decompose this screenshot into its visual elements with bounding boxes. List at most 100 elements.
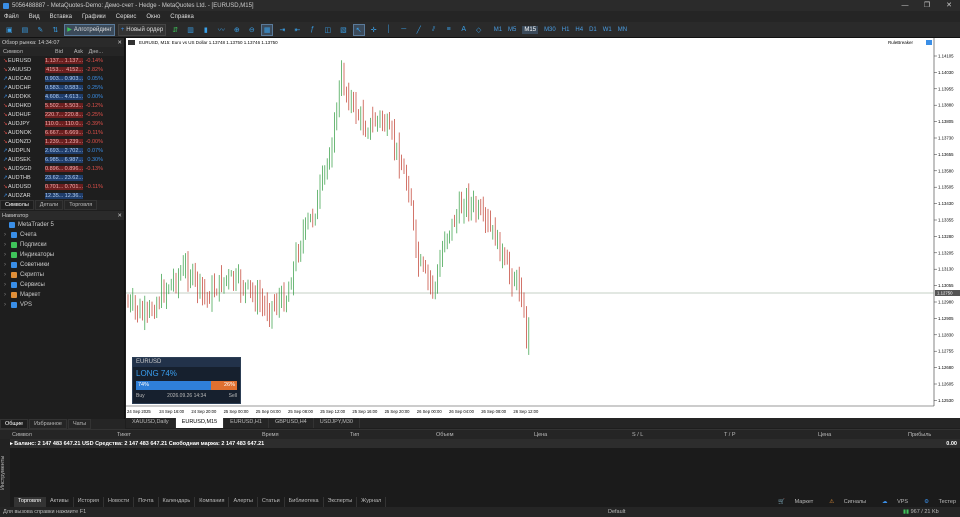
tab-history[interactable]: История: [74, 497, 104, 507]
tab-articles[interactable]: Статьи: [258, 497, 285, 507]
horizontal-line-icon[interactable]: ─: [398, 24, 410, 36]
new-order-button[interactable]: + Новый ордер: [117, 23, 167, 36]
navigator-item[interactable]: › Подписки: [0, 240, 124, 250]
crosshair-icon[interactable]: ✛: [368, 24, 380, 36]
vertical-line-icon[interactable]: │: [383, 24, 395, 36]
chart-bars-icon[interactable]: ▥: [184, 24, 197, 36]
col-profit[interactable]: Прибыль: [908, 432, 948, 438]
tab-common[interactable]: Общие: [0, 419, 29, 429]
navigator-item[interactable]: › Советники: [0, 260, 124, 270]
market-watch-row[interactable]: ↘AUDJPY 110.0... 110.0... -0.39%: [0, 119, 124, 128]
tab-exposure[interactable]: Активы: [46, 497, 74, 507]
channel-icon[interactable]: ⫽: [428, 24, 440, 36]
tab-symbols[interactable]: Символы: [0, 200, 34, 210]
tester-link[interactable]: ⚙ Тестер: [916, 499, 956, 505]
navigator-item[interactable]: › Скрипты: [0, 270, 124, 280]
tab-trading[interactable]: Торговля: [64, 200, 98, 210]
close-button[interactable]: ✕: [938, 0, 960, 11]
tf-m30[interactable]: M30: [544, 27, 556, 33]
market-watch-row[interactable]: ↗AUDTHB 23.62... 23.62...: [0, 173, 124, 182]
tab-experts[interactable]: Эксперты: [324, 497, 358, 507]
navigator-item[interactable]: › Сервисы: [0, 280, 124, 290]
expand-icon[interactable]: ›: [4, 272, 8, 278]
tab-company[interactable]: Компания: [195, 497, 230, 507]
templates-icon[interactable]: ▧: [337, 24, 350, 36]
col-bid[interactable]: Bid: [45, 49, 63, 55]
tf-m1[interactable]: M1: [494, 27, 502, 33]
col-sl[interactable]: S / L: [632, 432, 724, 438]
text-icon[interactable]: A: [458, 24, 470, 36]
market-watch-row[interactable]: ↗AUDCAD 0.903... 0.903... 0.05%: [0, 74, 124, 83]
col-type[interactable]: Тип: [350, 432, 436, 438]
market-watch-row[interactable]: ↘AUDUSD 0.701... 0.701... -0.11%: [0, 182, 124, 191]
tab-journal[interactable]: Журнал: [357, 497, 387, 507]
market-watch-row[interactable]: ↗AUDPLN 2.693... 2.702... 0.07%: [0, 146, 124, 155]
chart-candles-icon[interactable]: ▮: [200, 24, 212, 36]
tf-h4[interactable]: H4: [575, 27, 583, 33]
objects-icon[interactable]: ◫: [321, 24, 334, 36]
close-icon[interactable]: ✕: [117, 213, 122, 219]
expand-icon[interactable]: ›: [4, 232, 8, 238]
tf-w1[interactable]: W1: [603, 27, 612, 33]
expand-icon[interactable]: ›: [4, 262, 8, 268]
menu-help[interactable]: Справка: [170, 14, 194, 20]
menu-view[interactable]: Вид: [29, 14, 40, 20]
autoscroll-icon[interactable]: ⇥: [276, 24, 288, 36]
tab-calendar[interactable]: Календарь: [159, 497, 196, 507]
tab-mailbox[interactable]: Почта: [134, 497, 159, 507]
market-watch-row[interactable]: ↗AUDDKK 4.608... 4.613... 0.00%: [0, 92, 124, 101]
col-symbol[interactable]: Символ: [12, 432, 117, 438]
market-watch-row[interactable]: ↗AUDZAR 12.35... 12.36...: [0, 191, 124, 200]
chart-shift-icon[interactable]: ⇤: [291, 24, 303, 36]
col-volume[interactable]: Объем: [436, 432, 534, 438]
shapes-icon[interactable]: ◇: [473, 24, 485, 36]
vps-link[interactable]: ☁ VPS: [874, 499, 908, 505]
tab-details[interactable]: Детали: [34, 200, 64, 210]
minimize-button[interactable]: —: [894, 0, 916, 11]
market-watch-row[interactable]: ↗AUDCHF 0.583... 0.583... 0.25%: [0, 83, 124, 92]
chart-tab[interactable]: XAUUSD,Daily: [126, 418, 176, 428]
close-icon[interactable]: ✕: [117, 40, 122, 46]
indicators-icon[interactable]: ƒ: [306, 24, 318, 36]
col-price-current[interactable]: Цена: [818, 432, 908, 438]
tf-mn[interactable]: MN: [618, 27, 627, 33]
tab-trade[interactable]: Торговля: [14, 497, 46, 507]
chart-tab[interactable]: EURUSD,M15: [175, 418, 225, 428]
market-link[interactable]: 🛒 Маркет: [770, 499, 813, 505]
zoom-out-icon[interactable]: ⊖: [246, 24, 258, 36]
profiles-icon[interactable]: ▤: [19, 24, 32, 36]
tf-m5[interactable]: M5: [508, 27, 516, 33]
navigator-item[interactable]: › Маркет: [0, 290, 124, 300]
signals-link[interactable]: ⚠ Сигналы: [821, 499, 866, 505]
buy-sell-icon[interactable]: ⇵: [169, 24, 181, 36]
menu-tools[interactable]: Сервис: [116, 14, 137, 20]
tab-library[interactable]: Библиотека: [285, 497, 324, 507]
expand-icon[interactable]: ›: [4, 292, 8, 298]
zoom-in-icon[interactable]: ⊕: [231, 24, 243, 36]
market-watch-row[interactable]: ↘AUDHUF 220.7... 220.8... -0.25%: [0, 110, 124, 119]
market-watch-row[interactable]: ↘AUDNOK 6.667... 6.669... -0.11%: [0, 128, 124, 137]
col-ask[interactable]: Ask: [63, 49, 83, 55]
tab-favorites[interactable]: Избранное: [29, 419, 67, 429]
restore-button[interactable]: ❐: [916, 0, 938, 11]
market-watch-row[interactable]: ↘AUDNZD 1.239... 1.239... -0.00%: [0, 137, 124, 146]
col-ticket[interactable]: Тикет: [117, 432, 262, 438]
col-symbol[interactable]: Символ: [0, 49, 45, 55]
market-watch-row[interactable]: ↘AUDSGD 0.896... 0.896... -0.13%: [0, 164, 124, 173]
menu-file[interactable]: Файл: [4, 14, 19, 20]
chart-window[interactable]: EURUSD, M15: Euro vs US Dollar 1.13748 1…: [126, 38, 960, 418]
market-watch-row[interactable]: ↗AUDSEK 6.985... 6.987... 0.30%: [0, 155, 124, 164]
market-watch-row[interactable]: ↘AUDHKD 5.502... 5.503... -0.12%: [0, 101, 124, 110]
navigator-item[interactable]: › Индикаторы: [0, 250, 124, 260]
tf-d1[interactable]: D1: [589, 27, 597, 33]
navigator-item[interactable]: MetaTrader 5: [0, 220, 124, 230]
trendline-icon[interactable]: ╱: [413, 24, 425, 36]
algo-trading-button[interactable]: ▶ Алготрейдинг: [64, 23, 115, 36]
toolbox-side-label[interactable]: Инструменты: [0, 439, 10, 507]
chart-tab[interactable]: EURUSD,H1: [224, 418, 269, 428]
depth-icon[interactable]: ⇅: [49, 24, 61, 36]
tab-alerts[interactable]: Алерты: [229, 497, 258, 507]
grid-icon[interactable]: ▦: [260, 23, 274, 36]
metaeditor-icon[interactable]: ✎: [34, 24, 46, 36]
market-watch-row[interactable]: ↘EURUSD 1.137... 1.137... -0.14%: [0, 56, 124, 65]
